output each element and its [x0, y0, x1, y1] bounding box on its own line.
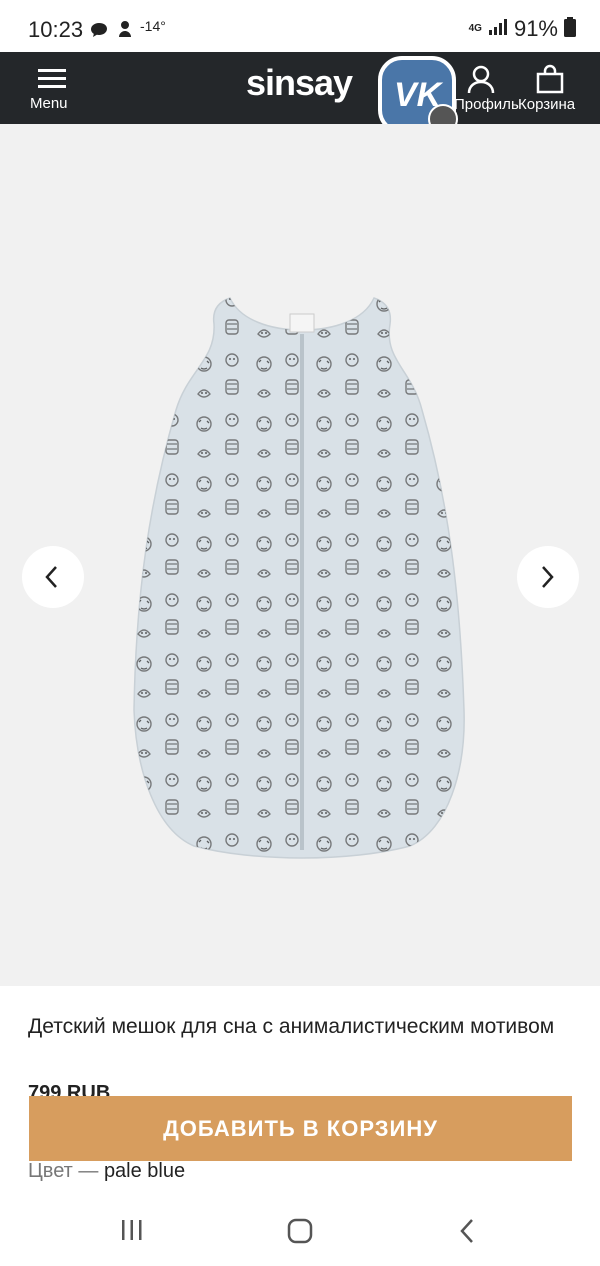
signal-icon: [488, 18, 508, 40]
site-header: Menu sinsay Профиль Корзина: [0, 52, 600, 124]
status-temperature: -14°: [140, 18, 166, 34]
add-to-cart-button[interactable]: ДОБАВИТЬ В КОРЗИНУ: [29, 1096, 572, 1161]
product-image[interactable]: [130, 290, 475, 860]
cart-button[interactable]: Корзина: [516, 62, 588, 116]
network-type: 4G: [468, 23, 482, 34]
hamburger-icon: [38, 68, 66, 95]
menu-label: Menu: [30, 95, 68, 112]
menu-button[interactable]: Menu: [24, 62, 80, 116]
vk-chat-bubble[interactable]: VK: [378, 56, 458, 134]
status-right: 4G 91%: [469, 16, 576, 42]
gallery-next-button[interactable]: [517, 546, 579, 608]
sinsay-logo[interactable]: sinsay: [246, 62, 353, 104]
user-icon: [466, 64, 496, 99]
status-bar: 10:23 -14° 4G 91%: [0, 0, 600, 52]
chevron-left-icon: [45, 566, 57, 588]
status-time: 10:23: [28, 17, 84, 42]
chat-icon: [90, 22, 108, 43]
screen: 10:23 -14° 4G 91% Menu sinsay Профиль Ко…: [0, 0, 600, 1266]
product-gallery: [0, 124, 600, 986]
gallery-prev-button[interactable]: [22, 546, 84, 608]
shopping-bag-icon: [536, 64, 564, 99]
color-info: Цвет — pale blue: [28, 1160, 185, 1183]
battery-icon: [564, 16, 576, 42]
cart-label: Корзина: [518, 96, 576, 113]
product-title: Детский мешок для сна с анималистическим…: [28, 1015, 555, 1038]
weather-icon: [116, 19, 134, 44]
system-nav-bar: [0, 1196, 600, 1266]
recent-apps-button[interactable]: [120, 1218, 144, 1247]
profile-label: Профиль: [454, 96, 519, 113]
battery-percent: 91%: [513, 16, 558, 41]
chevron-right-icon: [542, 566, 554, 588]
back-button[interactable]: [458, 1218, 476, 1249]
home-button[interactable]: [287, 1218, 313, 1249]
color-label: Цвет —: [28, 1160, 104, 1182]
color-value: pale blue: [103, 1160, 186, 1182]
profile-button[interactable]: Профиль: [452, 62, 519, 116]
